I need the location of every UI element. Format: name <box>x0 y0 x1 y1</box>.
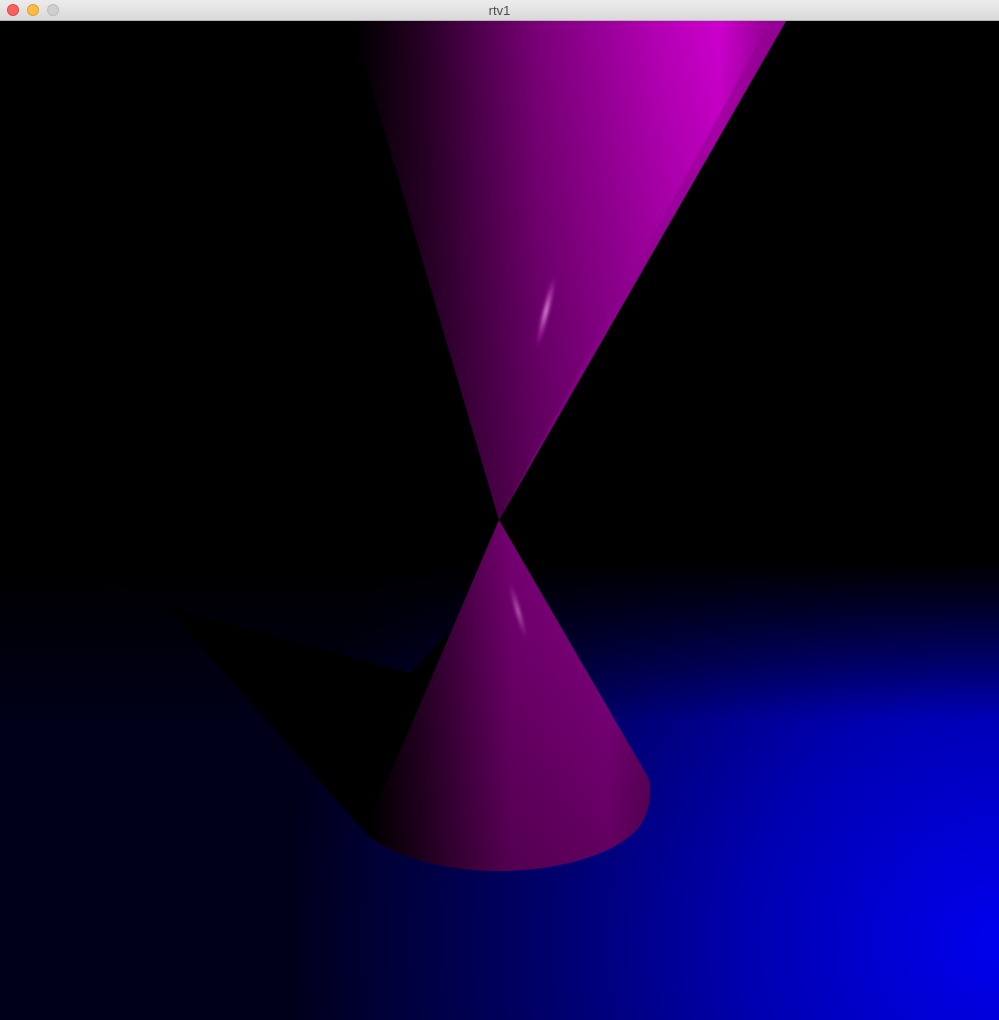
window-title: rtv1 <box>488 3 511 18</box>
render-viewport <box>0 21 999 1020</box>
raytraced-scene <box>0 21 999 1020</box>
title-bar[interactable]: rtv1 <box>0 0 999 21</box>
app-window: rtv1 <box>0 0 999 1020</box>
